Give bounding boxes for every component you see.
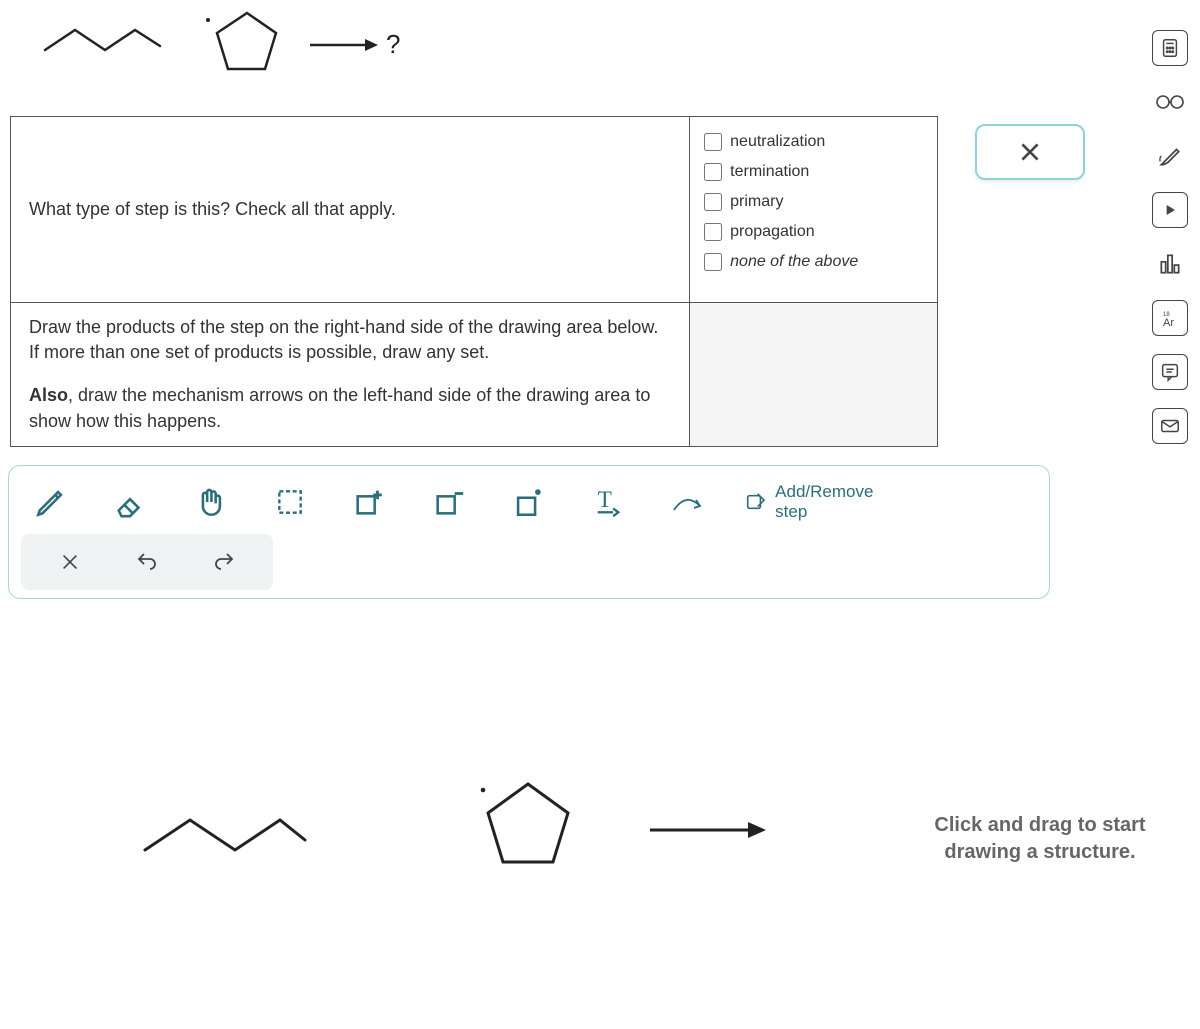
pencil-icon xyxy=(34,485,68,519)
question1-prompt: What type of step is this? Check all tha… xyxy=(29,197,671,222)
checkbox-primary[interactable] xyxy=(704,193,722,211)
clear-button[interactable] xyxy=(50,542,90,582)
glasses-icon xyxy=(1155,93,1185,111)
bar-chart-icon xyxy=(1157,251,1183,277)
option-propagation[interactable]: propagation xyxy=(704,217,923,247)
question2-rest: , draw the mechanism arrows on the left-… xyxy=(29,385,650,430)
drawing-canvas[interactable] xyxy=(10,600,1050,1020)
option-label: neutralization xyxy=(730,133,825,151)
highlighter-icon xyxy=(1157,143,1183,169)
hand-tool[interactable] xyxy=(188,480,232,524)
radical-tool[interactable] xyxy=(507,480,551,524)
toolbar-secondary-row xyxy=(21,534,273,590)
svg-text:?: ? xyxy=(386,29,400,59)
undo-button[interactable] xyxy=(127,542,167,582)
option-termination[interactable]: termination xyxy=(704,157,923,187)
marquee-tool[interactable] xyxy=(268,480,312,524)
glasses-button[interactable] xyxy=(1152,84,1188,120)
calculator-icon xyxy=(1159,37,1181,59)
add-remove-label: Add/Remove step xyxy=(775,482,909,522)
question-table: What type of step is this? Check all tha… xyxy=(10,116,938,447)
redo-icon xyxy=(212,550,236,574)
feedback-icon xyxy=(1159,361,1181,383)
pencil-tool[interactable] xyxy=(29,480,73,524)
periodic-table-button[interactable]: 18 Ar xyxy=(1152,300,1188,336)
cancel-button[interactable] xyxy=(975,124,1085,180)
play-video-icon xyxy=(1160,200,1180,220)
calculator-button[interactable] xyxy=(1152,30,1188,66)
text-label-icon: T xyxy=(590,484,626,520)
hint-line2: drawing a structure. xyxy=(944,841,1135,863)
radical-icon xyxy=(511,485,545,519)
highlighter-button[interactable] xyxy=(1152,138,1188,174)
drawing-toolbar: T Add/Remove step xyxy=(8,465,1050,599)
charge-minus-tool[interactable] xyxy=(427,480,471,524)
option-none-of-the-above[interactable]: none of the above xyxy=(704,247,923,277)
charge-minus-icon xyxy=(432,485,466,519)
marquee-icon xyxy=(274,486,306,518)
question2-answer-placeholder xyxy=(690,303,938,447)
checkbox-termination[interactable] xyxy=(704,163,722,181)
bar-chart-button[interactable] xyxy=(1152,246,1188,282)
question2-para2: Also, draw the mechanism arrows on the l… xyxy=(29,383,671,433)
svg-text:Ar: Ar xyxy=(1163,317,1174,329)
undo-icon xyxy=(135,550,159,574)
right-sidebar: 18 Ar xyxy=(1140,0,1200,1029)
reaction-scheme: ? xyxy=(10,5,410,85)
option-label: primary xyxy=(730,193,783,211)
text-label-tool[interactable]: T xyxy=(586,480,630,524)
checkbox-propagation[interactable] xyxy=(704,223,722,241)
option-label: none of the above xyxy=(730,253,858,271)
periodic-table-icon: 18 Ar xyxy=(1158,306,1182,330)
charge-plus-icon xyxy=(352,485,386,519)
hand-icon xyxy=(193,485,227,519)
eraser-icon xyxy=(113,485,147,519)
checkbox-none[interactable] xyxy=(704,253,722,271)
close-icon xyxy=(59,551,81,573)
mail-icon xyxy=(1159,415,1181,437)
checkbox-neutralization[interactable] xyxy=(704,133,722,151)
mail-button[interactable] xyxy=(1152,408,1188,444)
edit-square-icon xyxy=(745,491,767,513)
charge-plus-tool[interactable] xyxy=(347,480,391,524)
option-primary[interactable]: primary xyxy=(704,187,923,217)
feedback-button[interactable] xyxy=(1152,354,1188,390)
hint-line1: Click and drag to start xyxy=(934,814,1145,836)
question2-bold: Also xyxy=(29,385,68,405)
video-button[interactable] xyxy=(1152,192,1188,228)
toolbar-main-row: T Add/Remove step xyxy=(21,476,1037,528)
option-label: termination xyxy=(730,163,809,181)
question2-para1: Draw the products of the step on the rig… xyxy=(29,315,671,365)
redo-button[interactable] xyxy=(204,542,244,582)
drawing-hint: Click and drag to start drawing a struct… xyxy=(910,812,1170,866)
eraser-tool[interactable] xyxy=(109,480,153,524)
close-icon xyxy=(1017,139,1043,165)
add-remove-step-button[interactable]: Add/Remove step xyxy=(745,482,1029,522)
option-label: propagation xyxy=(730,223,815,241)
curved-arrow-tool[interactable] xyxy=(666,480,710,524)
option-neutralization[interactable]: neutralization xyxy=(704,127,923,157)
curved-arrow-icon xyxy=(670,487,706,517)
svg-text:T: T xyxy=(598,487,612,513)
